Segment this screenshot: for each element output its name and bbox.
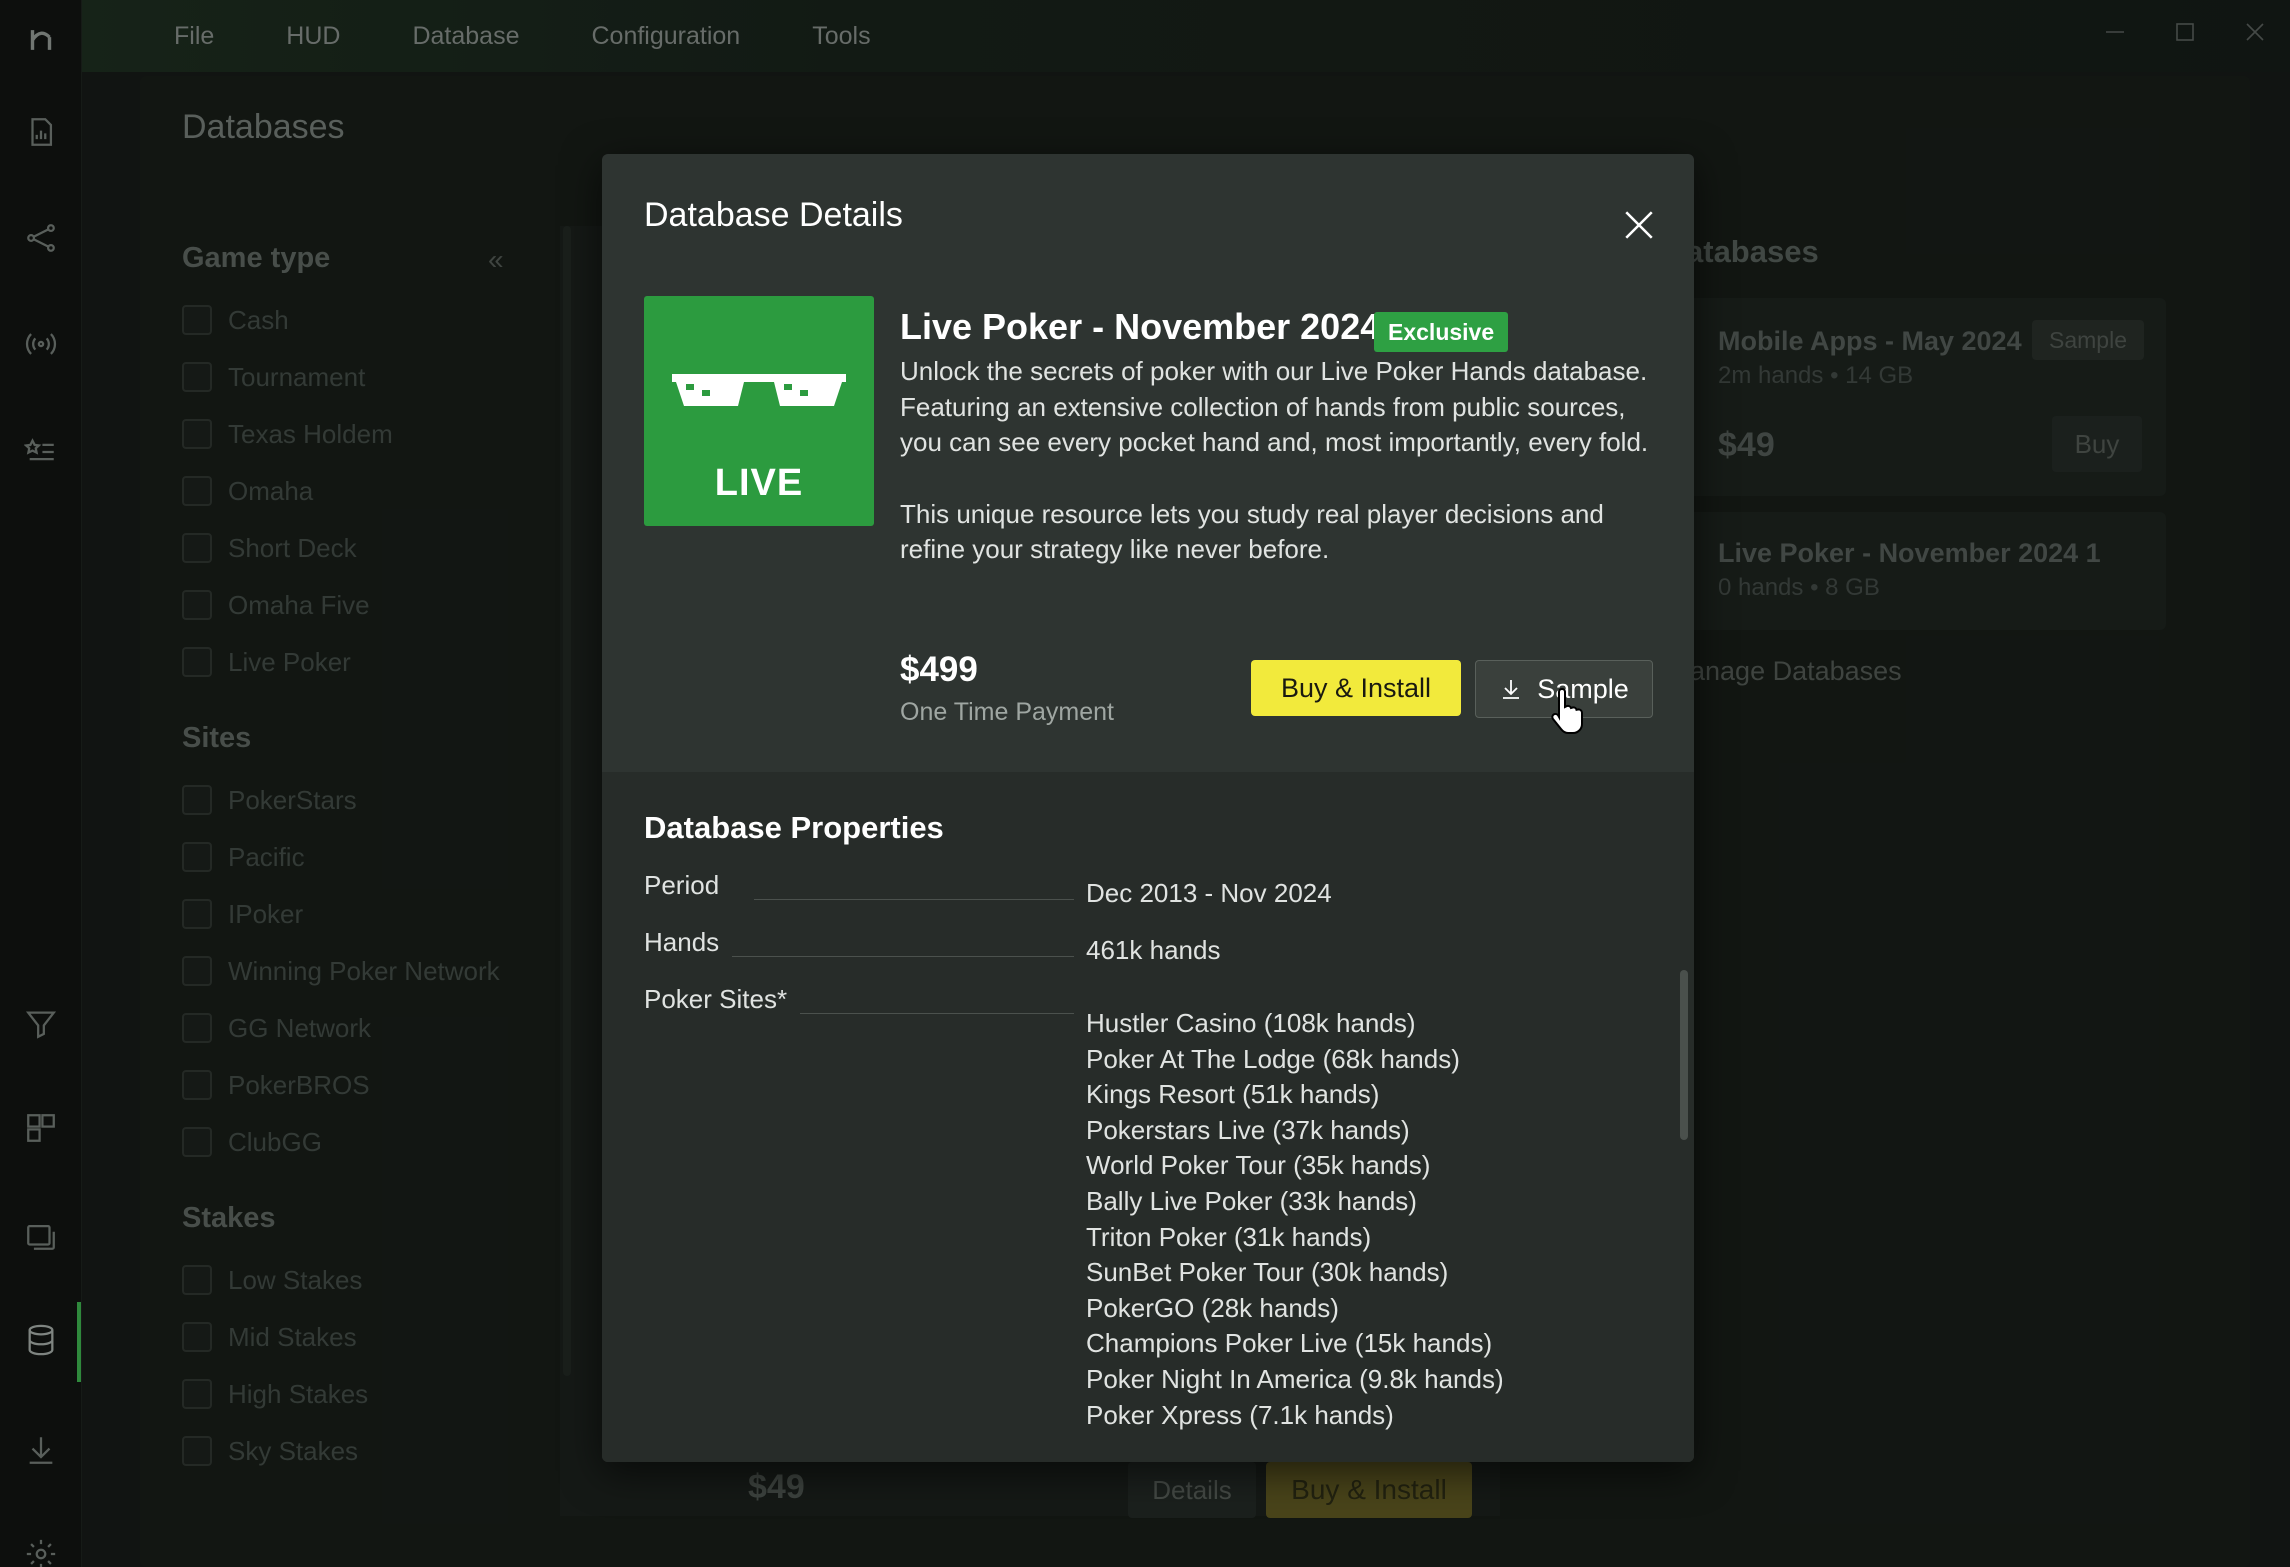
dialog-title: Database Details — [644, 196, 903, 234]
poker-sites-list: Hustler Casino (108k hands) Poker At The… — [1086, 1006, 1504, 1446]
divider — [800, 1013, 1074, 1014]
list-item: Triton Poker (31k hands) — [1086, 1221, 1372, 1252]
description-paragraph: Unlock the secrets of poker with our Liv… — [900, 356, 1649, 457]
list-item: Kings Resort (51k hands) — [1086, 1079, 1380, 1110]
period-label: Period — [644, 870, 720, 900]
divider — [732, 956, 1074, 957]
database-description: Unlock the secrets of poker with our Liv… — [900, 354, 1660, 568]
properties-title: Database Properties — [644, 810, 944, 845]
list-item: World Poker Tour (35k hands) — [1086, 1150, 1431, 1181]
divider — [754, 899, 1074, 900]
properties-panel: Database Properties Period Dec 2013 - No… — [602, 772, 1694, 1462]
list-item: SunBet Poker Tour (30k hands) — [1086, 1257, 1449, 1288]
price: $499 — [900, 650, 978, 689]
list-item: Bally Live Poker (33k hands) — [1086, 1185, 1417, 1216]
list-item: Hustler Casino (108k hands) — [1086, 1008, 1416, 1038]
list-item: Poker Xpress (7.1k hands) — [1086, 1399, 1394, 1430]
hand-cursor-icon — [1551, 687, 1583, 734]
period-value: Dec 2013 - Nov 2024 — [1086, 878, 1332, 908]
buy-install-button[interactable]: Buy & Install — [1251, 660, 1461, 716]
poker-sites-label: Poker Sites* — [644, 984, 788, 1014]
exclusive-badge: Exclusive — [1374, 312, 1509, 352]
description-paragraph: This unique resource lets you study real… — [900, 498, 1604, 565]
database-name: Live Poker - November 2024 — [900, 306, 1381, 347]
close-icon[interactable] — [1612, 198, 1666, 252]
database-details-dialog: Database Details LIVE Live Poker - Novem… — [602, 154, 1694, 1462]
list-item: Poker At The Lodge (68k hands) — [1086, 1043, 1460, 1074]
thumbnail-label: LIVE — [714, 462, 804, 504]
hands-value: 461k hands — [1086, 935, 1221, 965]
price-note: One Time Payment — [900, 698, 1114, 726]
list-item: Pokerstars Live (37k hands) — [1086, 1114, 1410, 1145]
download-icon — [1503, 680, 1520, 699]
list-item: Champions Poker Live (15k hands) — [1086, 1328, 1493, 1359]
properties-scrollbar[interactable] — [1680, 970, 1688, 1140]
hands-label: Hands — [644, 927, 720, 957]
list-item: Poker Night In America (9.8k hands) — [1086, 1363, 1504, 1394]
sunglasses-icon — [672, 374, 846, 406]
database-thumbnail: LIVE — [644, 296, 874, 526]
list-item: PokerGO (28k hands) — [1086, 1292, 1339, 1323]
